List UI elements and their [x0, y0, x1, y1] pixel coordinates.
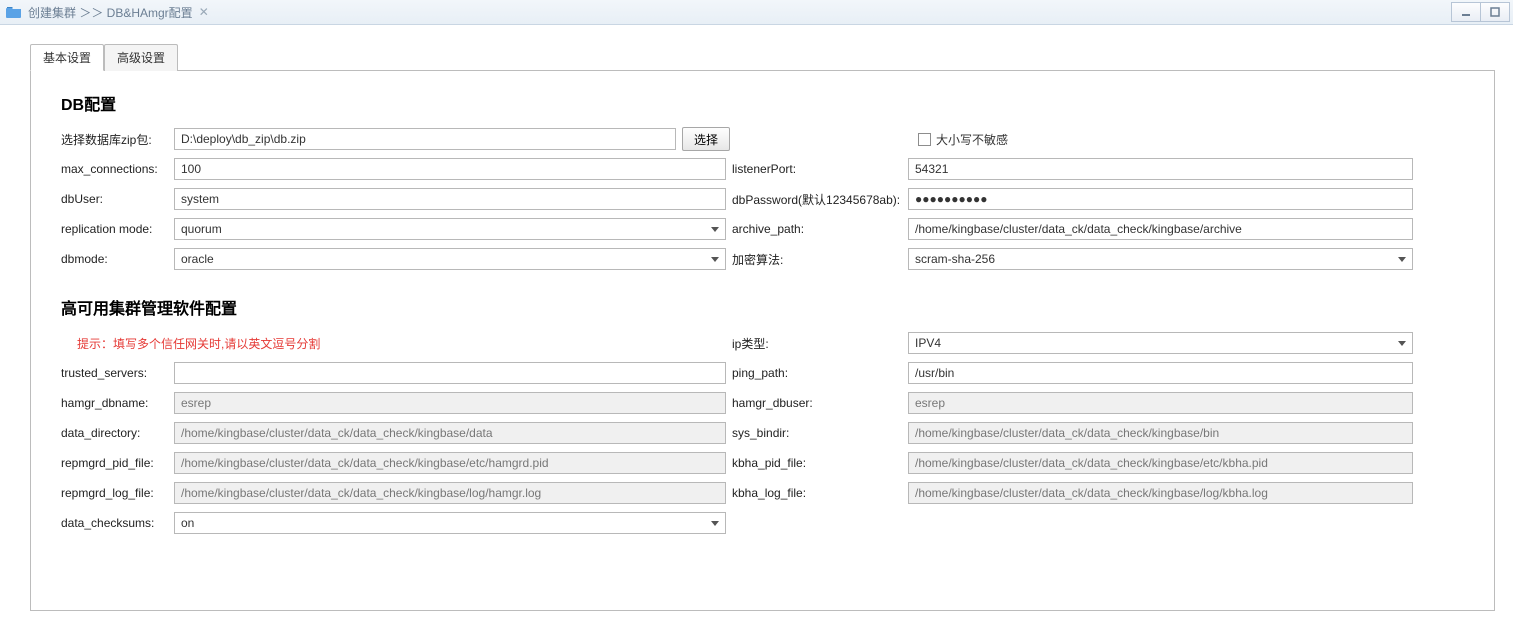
label-data-dir: data_directory: — [61, 426, 174, 440]
tab-panel-basic: DB配置 选择数据库zip包: 选择 大小写不敏感 max_connection… — [30, 71, 1495, 611]
tabs: 基本设置 高级设置 — [30, 43, 1495, 71]
case-insensitive-checkbox[interactable] — [918, 133, 931, 146]
minimize-button[interactable] — [1451, 2, 1481, 22]
titlebar: 创建集群 ＞＞ DB&HAmgr配置 ✕ — [0, 0, 1513, 25]
app-window: 创建集群 ＞＞ DB&HAmgr配置 ✕ 基本设置 高级设置 DB配置 选择数据… — [0, 0, 1513, 619]
db-form: 选择数据库zip包: 选择 大小写不敏感 max_connections: li… — [61, 127, 1464, 271]
label-kbha-pid: kbha_pid_file: — [726, 456, 908, 470]
tab-basic[interactable]: 基本设置 — [30, 44, 104, 71]
label-repmgrd-log: repmgrd_log_file: — [61, 486, 174, 500]
tab-close-icon[interactable]: ✕ — [199, 5, 209, 19]
label-trusted: trusted_servers: — [61, 366, 174, 380]
label-listener: listenerPort: — [726, 162, 908, 176]
case-insensitive-label: 大小写不敏感 — [936, 131, 1008, 148]
label-checksums: data_checksums: — [61, 516, 174, 530]
folder-icon — [6, 5, 22, 19]
section-ha-title: 高可用集群管理软件配置 — [61, 295, 1464, 319]
label-max-conn: max_connections: — [61, 162, 174, 176]
label-iptype: ip类型: — [726, 335, 908, 352]
label-dbuser: dbUser: — [61, 192, 174, 206]
listener-port-input[interactable] — [908, 158, 1413, 180]
kbha-pid-input — [908, 452, 1413, 474]
label-sys-bindir: sys_bindir: — [726, 426, 908, 440]
repmgrd-log-input — [174, 482, 726, 504]
label-archive: archive_path: — [726, 222, 908, 236]
checksums-select[interactable]: on — [174, 512, 726, 534]
data-dir-input — [174, 422, 726, 444]
label-enc: 加密算法: — [726, 251, 908, 268]
trusted-hint: 提示：填写多个信任网关时,请以英文逗号分割 — [61, 335, 613, 352]
max-conn-input[interactable] — [174, 158, 726, 180]
enc-select[interactable]: scram-sha-256 — [908, 248, 1413, 270]
content-area: 基本设置 高级设置 DB配置 选择数据库zip包: 选择 大小写不敏感 — [0, 25, 1513, 621]
ping-path-input[interactable] — [908, 362, 1413, 384]
select-zip-button[interactable]: 选择 — [682, 127, 730, 151]
label-repmgrd-pid: repmgrd_pid_file: — [61, 456, 174, 470]
label-replication: replication mode: — [61, 222, 174, 236]
dbpassword-input[interactable] — [908, 188, 1413, 210]
zip-path-input[interactable] — [174, 128, 676, 150]
label-dbmode: dbmode: — [61, 252, 174, 266]
sys-bindir-input — [908, 422, 1413, 444]
label-dbpass: dbPassword(默认12345678ab): — [726, 191, 908, 208]
kbha-log-input — [908, 482, 1413, 504]
label-kbha-log: kbha_log_file: — [726, 486, 908, 500]
label-hamgr-dbuser: hamgr_dbuser: — [726, 396, 908, 410]
ha-form: 提示：填写多个信任网关时,请以英文逗号分割 ip类型: IPV4 trusted… — [61, 331, 1464, 535]
archive-path-input[interactable] — [908, 218, 1413, 240]
case-insensitive-wrap: 大小写不敏感 — [918, 131, 1008, 148]
breadcrumb: 创建集群 ＞＞ DB&HAmgr配置 — [28, 4, 193, 21]
window-controls — [1452, 2, 1510, 22]
section-db-title: DB配置 — [61, 91, 1464, 115]
dbmode-select[interactable]: oracle — [174, 248, 726, 270]
replication-select[interactable]: quorum — [174, 218, 726, 240]
tab-advanced[interactable]: 高级设置 — [104, 44, 178, 71]
dbuser-input[interactable] — [174, 188, 726, 210]
maximize-button[interactable] — [1480, 2, 1510, 22]
trusted-servers-input[interactable] — [174, 362, 726, 384]
iptype-select[interactable]: IPV4 — [908, 332, 1413, 354]
repmgrd-pid-input — [174, 452, 726, 474]
hamgr-dbuser-input — [908, 392, 1413, 414]
label-zip: 选择数据库zip包: — [61, 131, 174, 148]
label-hamgr-dbname: hamgr_dbname: — [61, 396, 174, 410]
hamgr-dbname-input — [174, 392, 726, 414]
label-ping: ping_path: — [726, 366, 908, 380]
